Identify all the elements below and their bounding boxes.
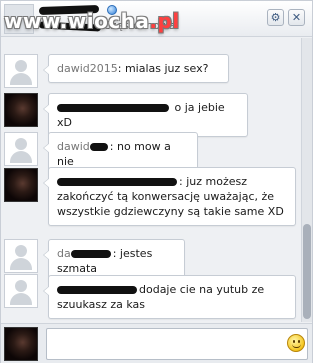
smiley-mouth	[292, 344, 301, 348]
smiley-icon[interactable]	[287, 334, 305, 352]
message-bubble: dawid2015: mialas juz sex?	[43, 54, 229, 83]
avatar[interactable]	[4, 54, 38, 88]
message-list: dawid2015: mialas juz sex? o ja jebie xD…	[1, 38, 301, 322]
composer	[1, 323, 312, 363]
own-avatar[interactable]	[4, 327, 38, 361]
smiley-eye	[298, 340, 300, 343]
redaction-mark	[57, 104, 169, 112]
message-sender: dawid	[57, 140, 90, 153]
message-sender: dawid2015	[57, 62, 118, 75]
message-sender: da	[57, 247, 71, 260]
avatar[interactable]	[4, 239, 38, 273]
chat-scrollbar[interactable]	[301, 38, 312, 322]
chat-header: Częstochowa www.wiocha.pl ⚙ ✕	[1, 1, 312, 37]
watermark-text: www.wiocha	[4, 9, 150, 33]
watermark-suffix: .pl	[149, 9, 180, 33]
close-icon[interactable]: ✕	[288, 9, 305, 26]
redaction-mark	[57, 286, 137, 294]
message-text: : mialas juz sex?	[117, 62, 209, 75]
redaction-mark	[70, 250, 111, 258]
avatar[interactable]	[4, 132, 38, 166]
message-input[interactable]	[46, 328, 308, 360]
avatar[interactable]	[4, 168, 38, 202]
avatar[interactable]	[4, 93, 38, 127]
avatar[interactable]	[4, 274, 38, 308]
chat-window: Częstochowa www.wiocha.pl ⚙ ✕ dawid2015:…	[0, 0, 313, 363]
message-bubble: o ja jebie xD	[43, 93, 248, 137]
scroll-thumb[interactable]	[303, 224, 311, 319]
message-bubble: dodaje cie na yutub ze szuukasz za kas	[43, 275, 296, 319]
redaction-mark	[57, 178, 177, 186]
gear-icon[interactable]: ⚙	[267, 9, 284, 26]
redaction-mark	[89, 143, 108, 151]
message-bubble: : juz możesz zakończyć tą konwersację uw…	[43, 167, 296, 226]
smiley-eye	[293, 340, 295, 343]
watermark-logo: www.wiocha.pl	[4, 9, 180, 33]
